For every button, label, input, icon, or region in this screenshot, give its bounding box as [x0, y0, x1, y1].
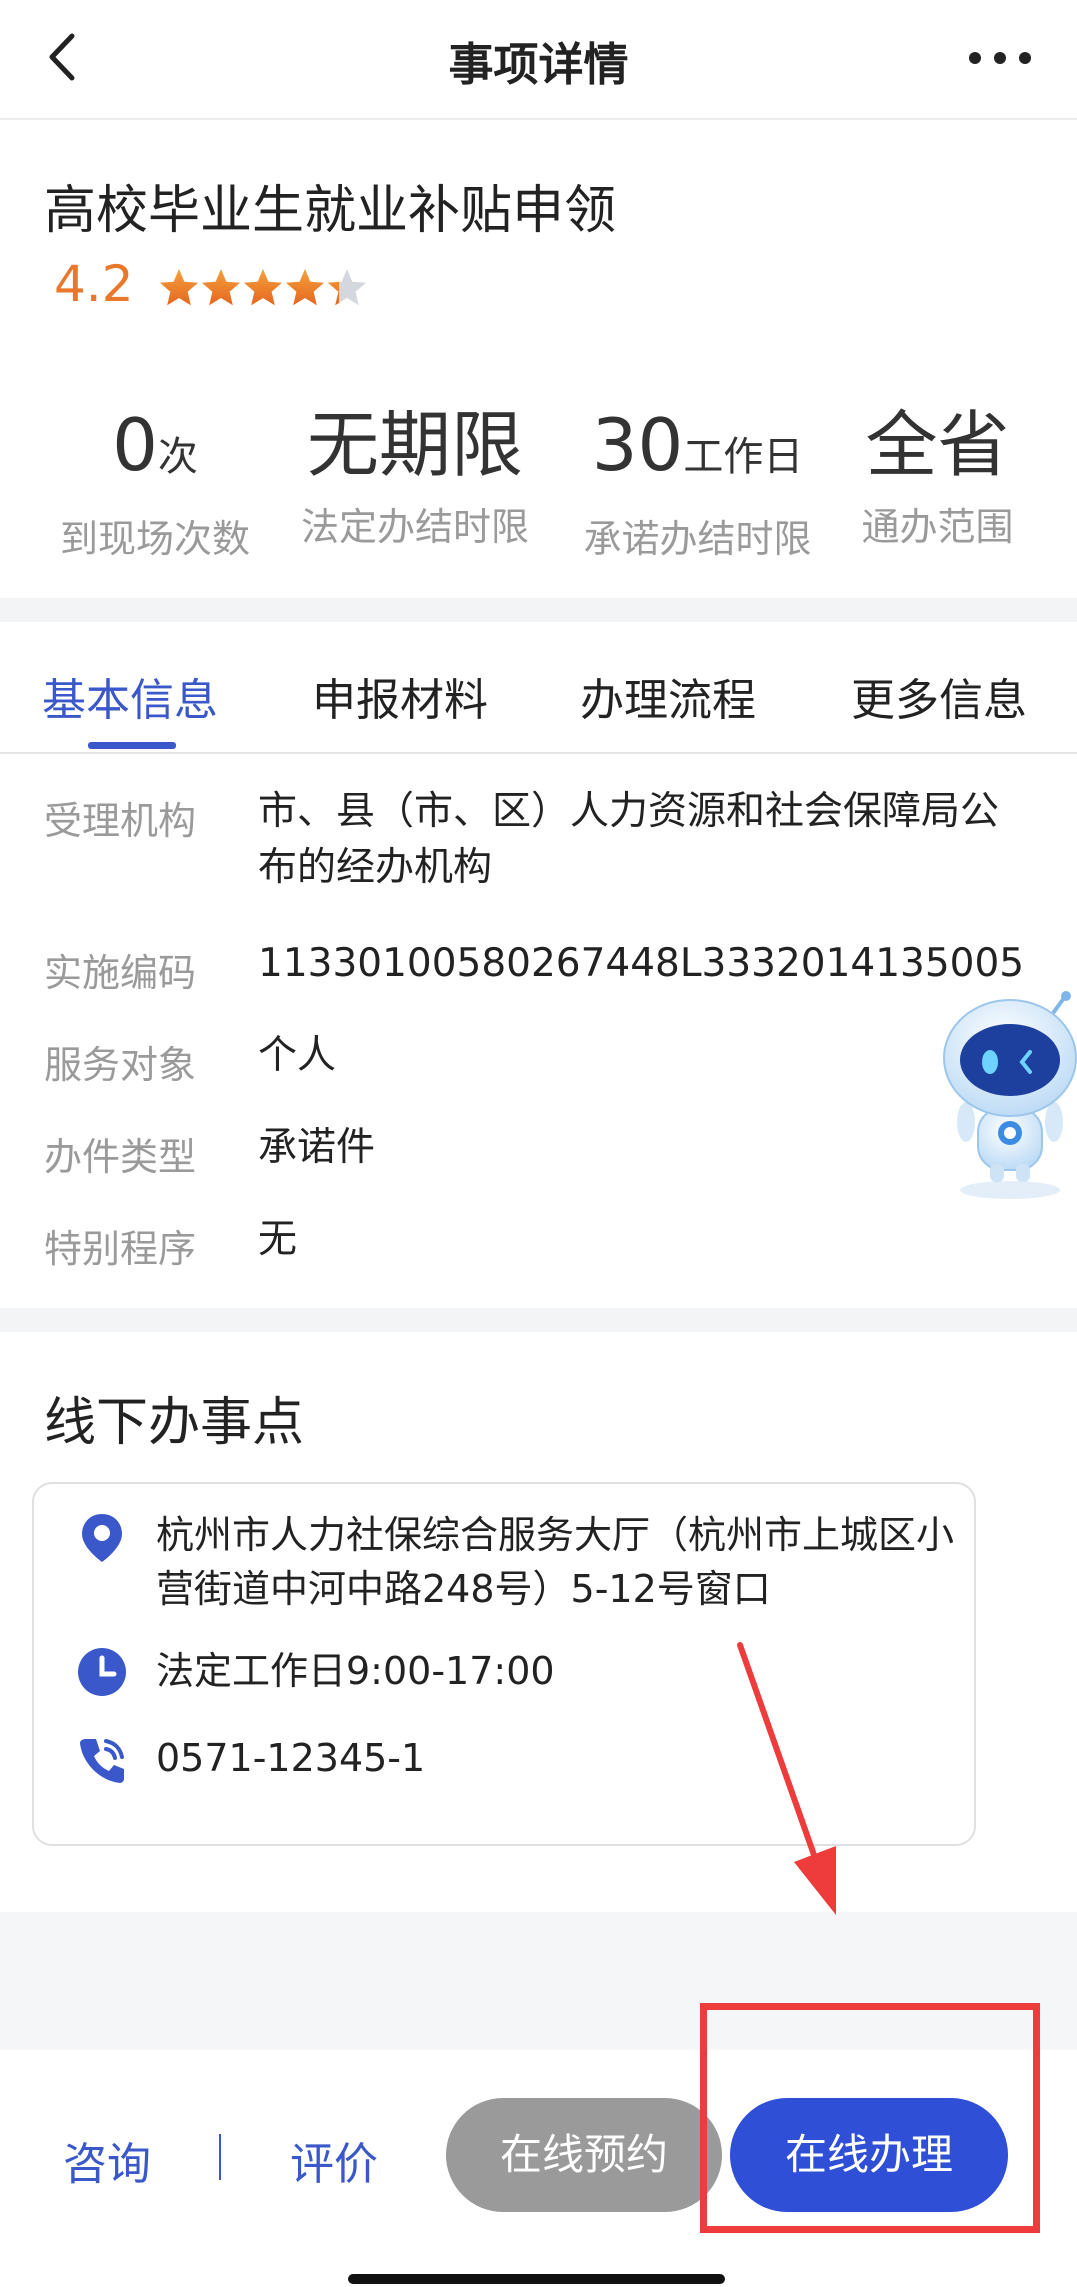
- nav-bar: 事项详情: [0, 0, 1077, 120]
- info-key: 实施编码: [44, 951, 197, 995]
- info-key: 特别程序: [44, 1227, 197, 1271]
- online-reserve-button[interactable]: 在线预约: [446, 2098, 722, 2212]
- phone-row[interactable]: 0571-12345-1: [34, 1731, 974, 1791]
- evaluate-link[interactable]: 评价: [290, 2128, 378, 2192]
- stat-visits: 0次 到现场次数: [40, 400, 270, 563]
- info-row-agency: 受理机构 市、县（市、区）人力资源和社会保障局公布的经办机构: [0, 789, 1077, 910]
- info-key: 受理机构: [44, 799, 197, 843]
- stat-value: 0: [112, 403, 158, 487]
- info-key: 服务对象: [44, 1043, 197, 1087]
- item-title: 高校毕业生就业补贴申领: [44, 181, 617, 241]
- location-pin-icon: [82, 1514, 122, 1562]
- info-row-target: 服务对象 个人: [0, 1033, 1077, 1094]
- info-value: 个人: [258, 1033, 337, 1078]
- stat-label: 承诺办结时限: [583, 517, 812, 561]
- home-indicator: [348, 2274, 725, 2284]
- consult-link[interactable]: 咨询: [63, 2128, 151, 2192]
- tab-materials[interactable]: 申报材料: [312, 664, 488, 728]
- star-filled: [286, 269, 324, 306]
- active-tab-indicator: [88, 742, 176, 749]
- info-value: 11330100580267448L3332014135005: [258, 941, 1025, 986]
- tab-more-info[interactable]: 更多信息: [851, 664, 1027, 728]
- stat-label: 到现场次数: [59, 517, 250, 561]
- address-text: 杭州市人力社保综合服务大厅（杭州市上城区小营街道中河中路248号）5-12号窗口: [156, 1513, 955, 1611]
- offline-section-title: 线下办事点: [44, 1393, 305, 1453]
- hours-row: 法定工作日9:00-17:00: [34, 1644, 974, 1704]
- info-value: 市、县（市、区）人力资源和社会保障局公布的经办机构: [258, 789, 1000, 890]
- star-filled: [202, 269, 240, 306]
- stat-promise-limit: 30工作日 承诺办结时限: [570, 400, 825, 563]
- address-row: 杭州市人力社保综合服务大厅（杭州市上城区小营街道中河中路248号）5-12号窗口: [34, 1508, 974, 1628]
- info-value: 无: [258, 1217, 298, 1262]
- phone-text: 0571-12345-1: [156, 1736, 426, 1780]
- info-row-special: 特别程序 无: [0, 1217, 1077, 1278]
- robot-assistant-icon[interactable]: [930, 990, 1077, 1205]
- section-divider: [0, 1308, 1077, 1332]
- stat-unit: 次: [157, 434, 198, 480]
- info-key: 办件类型: [44, 1135, 197, 1179]
- section-divider: [0, 598, 1077, 622]
- hours-text: 法定工作日9:00-17:00: [156, 1649, 555, 1693]
- stat-label: 通办范围: [861, 505, 1014, 549]
- info-row-code: 实施编码 11330100580267448L3332014135005: [0, 941, 1077, 1002]
- stat-unit: 工作日: [683, 434, 804, 480]
- stat-scope: 全省 通办范围: [845, 400, 1030, 551]
- clock-icon: [78, 1648, 126, 1696]
- highlight-box-annotation: [700, 2003, 1040, 2233]
- rating-score: 4.2: [54, 255, 134, 313]
- tab-basic-info[interactable]: 基本信息: [42, 664, 218, 728]
- more-icon[interactable]: [965, 38, 1035, 78]
- stat-value: 无期限: [306, 403, 523, 487]
- stat-label: 法定办结时限: [300, 505, 529, 549]
- star-filled: [160, 269, 198, 306]
- page-title: 事项详情: [448, 38, 629, 91]
- stat-value: 30: [591, 403, 684, 487]
- offline-location-card: 杭州市人力社保综合服务大厅（杭州市上城区小营街道中河中路248号）5-12号窗口…: [32, 1482, 976, 1846]
- info-value: 承诺件: [258, 1125, 376, 1170]
- info-row-type: 办件类型 承诺件: [0, 1125, 1077, 1186]
- action-separator: [219, 2134, 221, 2180]
- tab-process[interactable]: 办理流程: [580, 664, 756, 728]
- stat-legal-limit: 无期限 法定办结时限: [290, 400, 540, 551]
- star-filled: [244, 269, 282, 306]
- stat-value: 全省: [865, 403, 1010, 487]
- phone-icon: [80, 1739, 124, 1783]
- rating-stars: [160, 269, 366, 306]
